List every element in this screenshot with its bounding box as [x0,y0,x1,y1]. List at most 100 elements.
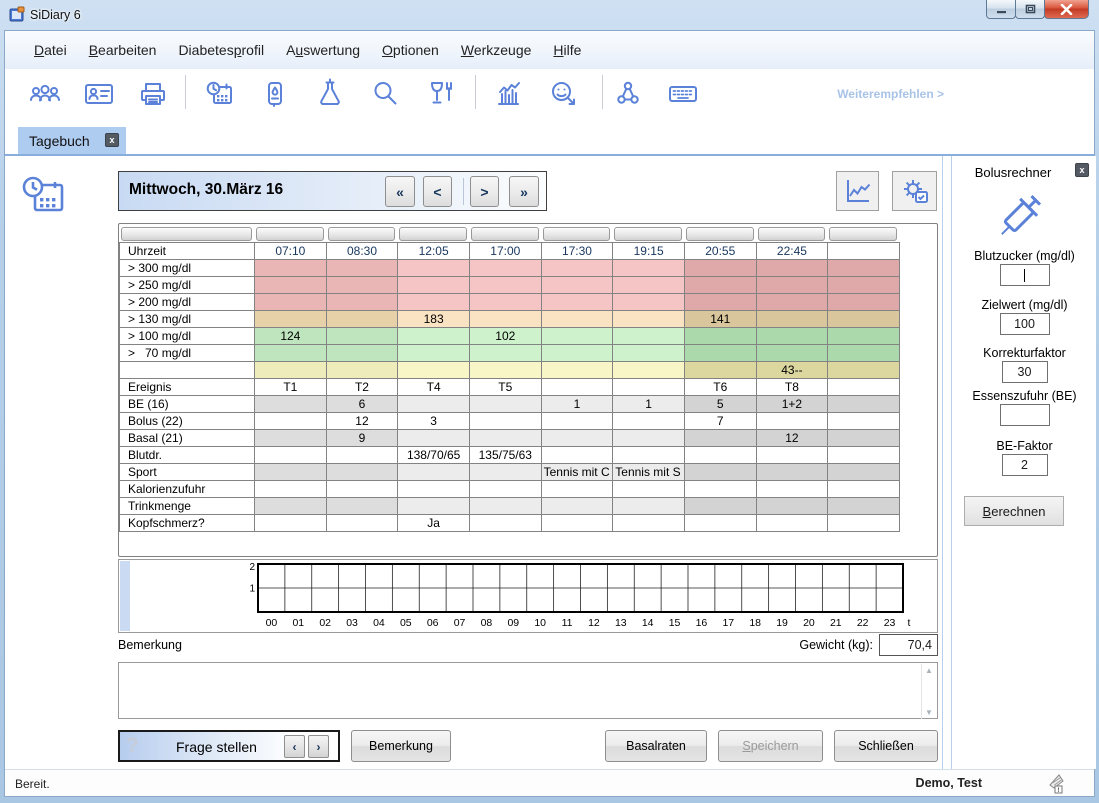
toolbar-diary-button[interactable] [202,75,238,111]
diary-cell[interactable] [756,515,828,532]
basalraten-button[interactable]: Basalraten [605,730,707,762]
diary-cell[interactable] [326,464,398,481]
diary-cell[interactable] [326,260,398,277]
diary-cell[interactable] [684,277,756,294]
diary-cell[interactable] [541,515,613,532]
diary-cell[interactable]: T8 [756,379,828,396]
diary-cell[interactable]: 141 [684,311,756,328]
column-header-button[interactable] [328,227,396,241]
column-header-button[interactable] [614,227,682,241]
diary-cell[interactable] [828,311,900,328]
column-header-button[interactable] [543,227,611,241]
diary-cell[interactable] [255,260,327,277]
diary-cell[interactable] [398,481,470,498]
toolbar-statistics-button[interactable] [490,75,526,111]
diary-cell[interactable]: T1 [255,379,327,396]
diary-cell[interactable] [469,294,541,311]
diary-cell[interactable] [613,294,685,311]
diary-cell[interactable] [541,481,613,498]
diary-cell[interactable] [398,464,470,481]
diary-cell[interactable] [469,362,541,379]
diary-cell[interactable]: Tennis mit S [613,464,685,481]
menu-item-optionen[interactable]: Optionen [371,42,450,58]
diary-cell[interactable] [828,362,900,379]
diary-cell[interactable] [756,447,828,464]
diary-cell[interactable] [684,430,756,447]
diary-cell[interactable]: 124 [255,328,327,345]
diary-cell[interactable] [326,345,398,362]
bemerkung-button[interactable]: Bemerkung [351,730,451,762]
diary-cell[interactable] [398,498,470,515]
column-header-button[interactable] [758,227,826,241]
diary-cell[interactable] [326,515,398,532]
diary-cell[interactable]: 12 [326,413,398,430]
menu-item-bearbeiten[interactable]: Bearbeiten [78,42,168,58]
diary-cell[interactable]: 22:45 [756,243,828,260]
diary-cell[interactable] [684,481,756,498]
diary-cell[interactable] [828,294,900,311]
diary-cell[interactable]: Ja [398,515,470,532]
diary-cell[interactable] [398,260,470,277]
column-header-button[interactable] [471,227,539,241]
diary-cell[interactable] [613,311,685,328]
diary-cell[interactable] [613,328,685,345]
diary-cell[interactable] [828,260,900,277]
diary-cell[interactable] [684,464,756,481]
diary-cell[interactable] [398,430,470,447]
column-header-button[interactable] [686,227,754,241]
diary-cell[interactable] [469,481,541,498]
diary-cell[interactable] [255,413,327,430]
diary-cell[interactable] [828,277,900,294]
berechnen-button[interactable]: Berechnen [964,496,1064,526]
minimize-button[interactable] [986,0,1016,19]
diary-cell[interactable] [684,260,756,277]
diary-cell[interactable] [326,498,398,515]
diary-cell[interactable]: 135/75/63 [469,447,541,464]
column-header-button[interactable] [121,227,252,241]
diary-cell[interactable] [255,447,327,464]
bolus-input-korrekturfaktor[interactable]: 30 [1002,361,1048,383]
trend-chart-button[interactable] [836,171,879,211]
diary-cell[interactable] [541,328,613,345]
ask-prev-button[interactable]: ‹ [284,735,305,758]
diary-cell[interactable] [541,413,613,430]
diary-cell[interactable] [541,311,613,328]
next-day-button[interactable]: > [470,176,499,207]
first-day-button[interactable]: « [385,176,415,207]
diary-cell[interactable] [255,498,327,515]
diary-cell[interactable] [613,277,685,294]
diary-cell[interactable]: 1+2 [756,396,828,413]
maximize-button[interactable] [1015,0,1045,19]
diary-cell[interactable] [326,311,398,328]
diary-cell[interactable] [255,396,327,413]
diary-cell[interactable]: 08:30 [326,243,398,260]
diary-cell[interactable] [756,345,828,362]
diary-cell[interactable]: 17:30 [541,243,613,260]
toolbar-printer-button[interactable] [135,75,171,111]
diary-cell[interactable] [469,396,541,413]
diary-cell[interactable] [828,345,900,362]
diary-cell[interactable]: 43-- [756,362,828,379]
diary-cell[interactable]: 3 [398,413,470,430]
diary-cell[interactable] [756,413,828,430]
diary-cell[interactable] [756,277,828,294]
diary-cell[interactable]: 9 [326,430,398,447]
weight-input[interactable]: 70,4 [879,634,938,656]
diary-cell[interactable] [684,447,756,464]
diary-cell[interactable] [398,362,470,379]
diary-cell[interactable] [828,515,900,532]
diary-cell[interactable] [541,447,613,464]
diary-cell[interactable] [684,498,756,515]
ask-question-widget[interactable]: ? Frage stellen ‹ › [118,730,340,762]
diary-cell[interactable] [613,430,685,447]
scroll-up-icon[interactable]: ▲ [922,666,936,675]
diary-cell[interactable]: 6 [326,396,398,413]
diary-cell[interactable] [828,243,900,260]
diary-cell[interactable] [469,430,541,447]
tab-tagebuch[interactable]: Tagebuch x [18,127,126,154]
diary-cell[interactable] [756,481,828,498]
diary-cell[interactable] [828,498,900,515]
diary-cell[interactable] [469,345,541,362]
bolus-input-essenszufuhrbe[interactable] [1000,404,1050,426]
diary-cell[interactable]: 19:15 [613,243,685,260]
